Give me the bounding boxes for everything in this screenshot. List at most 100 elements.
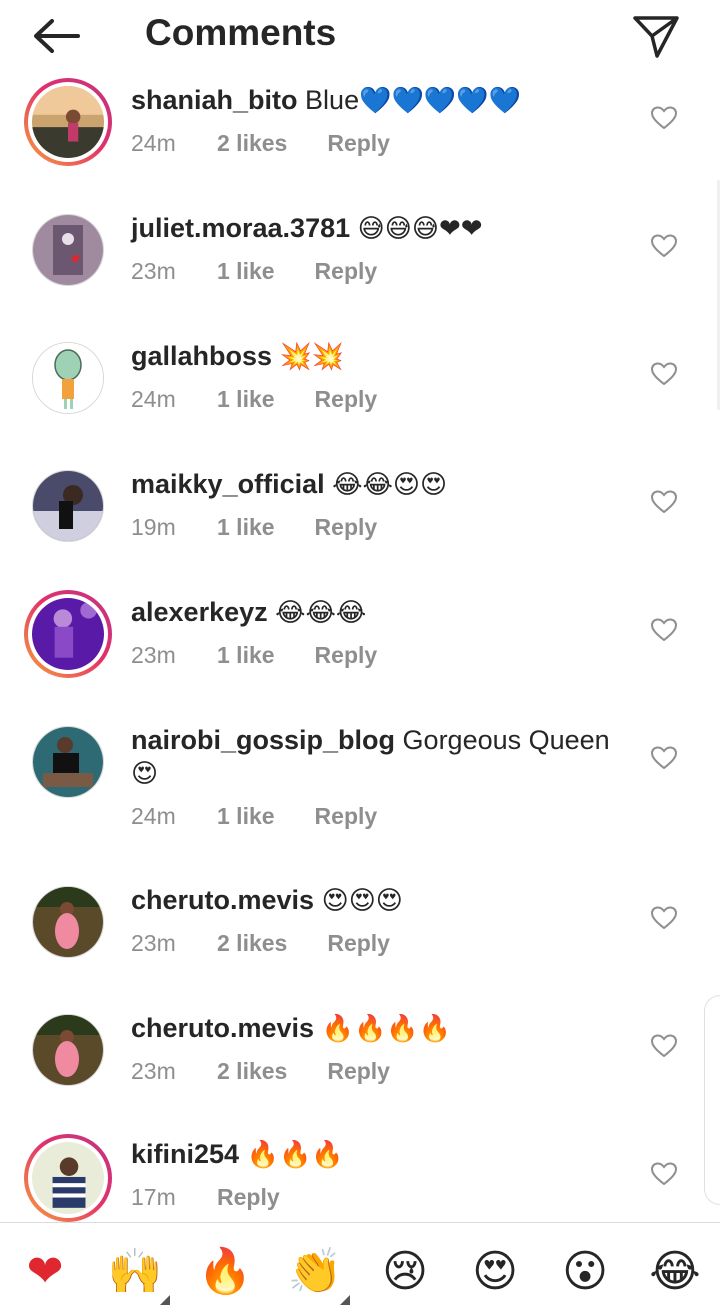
avatar[interactable] (32, 342, 104, 414)
comment-meta: 23m 1 like Reply (131, 642, 377, 669)
timestamp: 19m (131, 514, 176, 540)
comment-row: alexerkeyz 😂😂😂 23m 1 like Reply (0, 590, 720, 710)
heart-outline-icon[interactable] (651, 906, 677, 930)
username[interactable]: juliet.moraa.3781 (131, 213, 350, 243)
reply-button[interactable]: Reply (315, 803, 378, 830)
surprised-face-emoji-button[interactable]: 😮 (556, 1243, 614, 1301)
username[interactable]: nairobi_gossip_blog (131, 725, 395, 755)
username[interactable]: kifini254 (131, 1139, 239, 1169)
quick-reaction-bar: ❤ 🙌 🔥 👏 😢 😍 😮 😂 (0, 1222, 720, 1313)
like-count[interactable]: 1 like (217, 514, 275, 541)
username[interactable]: maikky_official (131, 469, 325, 499)
comment-row: cheruto.mevis 😍😍😍 23m 2 likes Reply (0, 878, 720, 998)
scroll-handle[interactable] (704, 995, 720, 1205)
comment-text: nairobi_gossip_blog Gorgeous Queen 😍 (131, 724, 611, 791)
username[interactable]: cheruto.mevis (131, 885, 314, 915)
comment-row: maikky_official 😂😂😍😍 19m 1 like Reply (0, 462, 720, 582)
comment-emoji: 😂😂😍😍 (332, 470, 448, 500)
comment-text: shaniah_bito Blue💙💙💙💙💙 (131, 84, 611, 118)
username[interactable]: alexerkeyz (131, 597, 268, 627)
comment-emoji: 😍 (131, 759, 159, 789)
comment-row: nairobi_gossip_blog Gorgeous Queen 😍 24m 1… (0, 718, 720, 868)
comment-row: cheruto.mevis 🔥🔥🔥🔥 23m 2 likes Reply (0, 1006, 720, 1126)
fire-emoji-button[interactable]: 🔥 (196, 1243, 254, 1301)
avatar[interactable] (32, 1014, 104, 1086)
comments-list[interactable]: shaniah_bito Blue💙💙💙💙💙 24m 2 likes Reply j… (0, 0, 720, 1222)
avatar[interactable] (24, 78, 112, 166)
like-count[interactable]: 1 like (217, 642, 275, 669)
crying-face-emoji-button[interactable]: 😢 (376, 1243, 434, 1301)
comment-text: juliet.moraa.3781 😅😅😅❤❤ (131, 212, 611, 246)
comment-emoji: 🔥🔥🔥 (246, 1140, 344, 1170)
avatar[interactable] (24, 590, 112, 678)
like-count[interactable]: 1 like (217, 803, 275, 830)
reply-button[interactable]: Reply (315, 386, 378, 413)
comment-text: cheruto.mevis 🔥🔥🔥🔥 (131, 1012, 611, 1046)
timestamp: 24m (131, 386, 176, 412)
comment-emoji: 😂😂😂 (275, 598, 367, 628)
like-count[interactable]: 2 likes (217, 130, 287, 157)
heart-outline-icon[interactable] (651, 746, 677, 770)
paper-plane-icon[interactable] (630, 12, 682, 60)
username[interactable]: gallahboss (131, 341, 272, 371)
like-count[interactable]: 2 likes (217, 930, 287, 957)
comment-text: gallahboss 💥💥 (131, 340, 611, 374)
timestamp: 23m (131, 1058, 176, 1084)
arrow-left-icon[interactable] (28, 14, 84, 58)
raising-hands-emoji-button[interactable]: 🙌 (106, 1243, 164, 1301)
comment-meta: 24m 2 likes Reply (131, 130, 390, 157)
timestamp: 23m (131, 258, 176, 284)
timestamp: 23m (131, 930, 176, 956)
heart-outline-icon[interactable] (651, 1162, 677, 1186)
heart-eyes-emoji-button[interactable]: 😍 (466, 1243, 524, 1301)
clapping-hands-emoji-button[interactable]: 👏 (286, 1243, 344, 1301)
comment-emoji: 💙💙💙💙💙 (359, 86, 521, 116)
comment-body: Blue (305, 85, 360, 115)
avatar[interactable] (24, 1134, 112, 1222)
avatar[interactable] (32, 214, 104, 286)
avatar[interactable] (32, 726, 104, 798)
like-count[interactable]: 1 like (217, 258, 275, 285)
timestamp: 17m (131, 1184, 176, 1210)
like-count[interactable]: 2 likes (217, 1058, 287, 1085)
comment-emoji: 😅😅😅❤❤ (357, 214, 483, 244)
page-title: Comments (145, 12, 337, 53)
comment-meta: 23m 1 like Reply (131, 258, 377, 285)
heart-outline-icon[interactable] (651, 490, 677, 514)
reply-button[interactable]: Reply (327, 130, 390, 157)
heart-outline-icon[interactable] (651, 106, 677, 130)
heart-outline-icon[interactable] (651, 362, 677, 386)
comment-text: kifini254 🔥🔥🔥 (131, 1138, 611, 1172)
heart-outline-icon[interactable] (651, 618, 677, 642)
comment-meta: 24m 1 like Reply (131, 386, 377, 413)
avatar[interactable] (32, 886, 104, 958)
comment-row: shaniah_bito Blue💙💙💙💙💙 24m 2 likes Reply (0, 78, 720, 198)
comment-emoji: 🔥🔥🔥🔥 (321, 1014, 452, 1044)
username[interactable]: shaniah_bito (131, 85, 298, 115)
comment-meta: 23m 2 likes Reply (131, 1058, 390, 1085)
comment-meta: 19m 1 like Reply (131, 514, 377, 541)
timestamp: 24m (131, 803, 176, 829)
skin-tone-indicator-icon (340, 1295, 350, 1305)
comment-emoji: 💥💥 (279, 342, 345, 372)
reply-button[interactable]: Reply (315, 642, 378, 669)
header-bar: Comments (0, 0, 720, 76)
reply-button[interactable]: Reply (327, 930, 390, 957)
username[interactable]: cheruto.mevis (131, 1013, 314, 1043)
comment-meta: 24m 1 like Reply (131, 803, 377, 830)
timestamp: 24m (131, 130, 176, 156)
reply-button[interactable]: Reply (315, 258, 378, 285)
comment-text: alexerkeyz 😂😂😂 (131, 596, 611, 630)
reply-button[interactable]: Reply (327, 1058, 390, 1085)
timestamp: 23m (131, 642, 176, 668)
skin-tone-indicator-icon (160, 1295, 170, 1305)
comment-emoji: 😍😍😍 (321, 886, 403, 916)
heart-outline-icon[interactable] (651, 1034, 677, 1058)
heart-outline-icon[interactable] (651, 234, 677, 258)
reply-button[interactable]: Reply (315, 514, 378, 541)
tears-of-joy-emoji-button[interactable]: 😂 (646, 1243, 704, 1301)
like-count[interactable]: 1 like (217, 386, 275, 413)
reply-button[interactable]: Reply (217, 1184, 280, 1211)
heart-emoji-button[interactable]: ❤ (16, 1243, 74, 1301)
avatar[interactable] (32, 470, 104, 542)
